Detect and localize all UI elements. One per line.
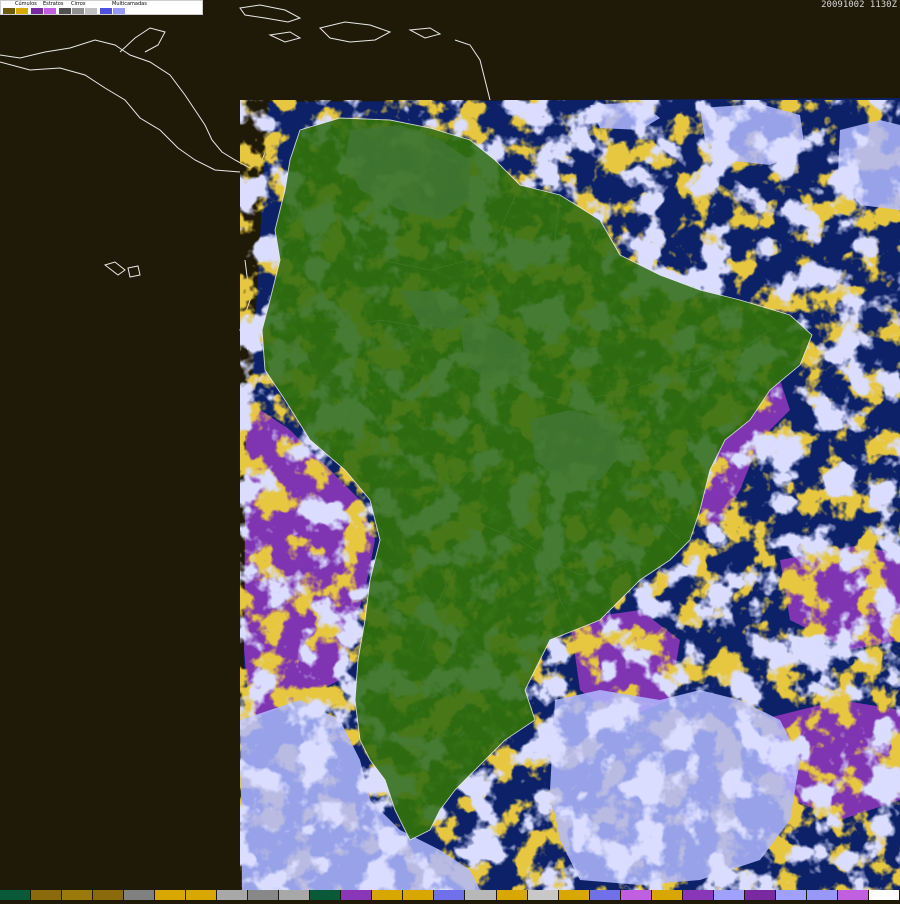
color-bar-segment [868, 890, 900, 900]
color-bar-segment [806, 890, 838, 900]
legend-label: Cirros [71, 1, 86, 7]
legend-label: Cúmulos [15, 1, 37, 7]
color-bar-segment [248, 890, 280, 900]
legend-swatch [126, 8, 138, 14]
color-bar-segment [186, 890, 218, 900]
color-bar-segment [124, 890, 156, 900]
color-bar-segment [372, 890, 404, 900]
color-bar-segment [558, 890, 590, 900]
color-bar-segment [434, 890, 466, 900]
color-bar-segment [744, 890, 776, 900]
legend-swatch [31, 8, 43, 14]
legend-swatch [16, 8, 28, 14]
legend-swatch [100, 8, 112, 14]
color-bar-segment [465, 890, 497, 900]
legend-label: Estratos [43, 1, 64, 7]
legend-swatch [3, 8, 15, 14]
color-bar-segment [837, 890, 869, 900]
color-bar-segment [589, 890, 621, 900]
map-image [0, 0, 900, 900]
color-bar-segment [341, 890, 373, 900]
satellite-map: Cúmulos Estratos Cirros Multicamadas 200910… [0, 0, 900, 900]
color-bar-segment [496, 890, 528, 900]
color-bar-segment [620, 890, 652, 900]
bottom-color-bar [0, 890, 900, 900]
legend-swatch [72, 8, 84, 14]
color-bar-segment [651, 890, 683, 900]
color-bar-segment [527, 890, 559, 900]
timestamp-label: 20091002 1130Z [821, 0, 897, 10]
color-bar-segment [217, 890, 249, 900]
color-bar-segment [0, 890, 32, 900]
color-bar-segment [403, 890, 435, 900]
legend-swatch [113, 8, 125, 14]
legend-label: Multicamadas [112, 1, 147, 7]
legend-swatch [59, 8, 71, 14]
color-bar-segment [31, 890, 63, 900]
cloud-type-legend: Cúmulos Estratos Cirros Multicamadas [0, 0, 203, 15]
color-bar-segment [279, 890, 311, 900]
color-bar-segment [310, 890, 342, 900]
color-bar-segment [93, 890, 125, 900]
color-bar-segment [155, 890, 187, 900]
color-bar-segment [775, 890, 807, 900]
legend-swatch [44, 8, 56, 14]
color-bar-segment [62, 890, 94, 900]
color-bar-segment [682, 890, 714, 900]
color-bar-segment [713, 890, 745, 900]
legend-swatch [85, 8, 97, 14]
